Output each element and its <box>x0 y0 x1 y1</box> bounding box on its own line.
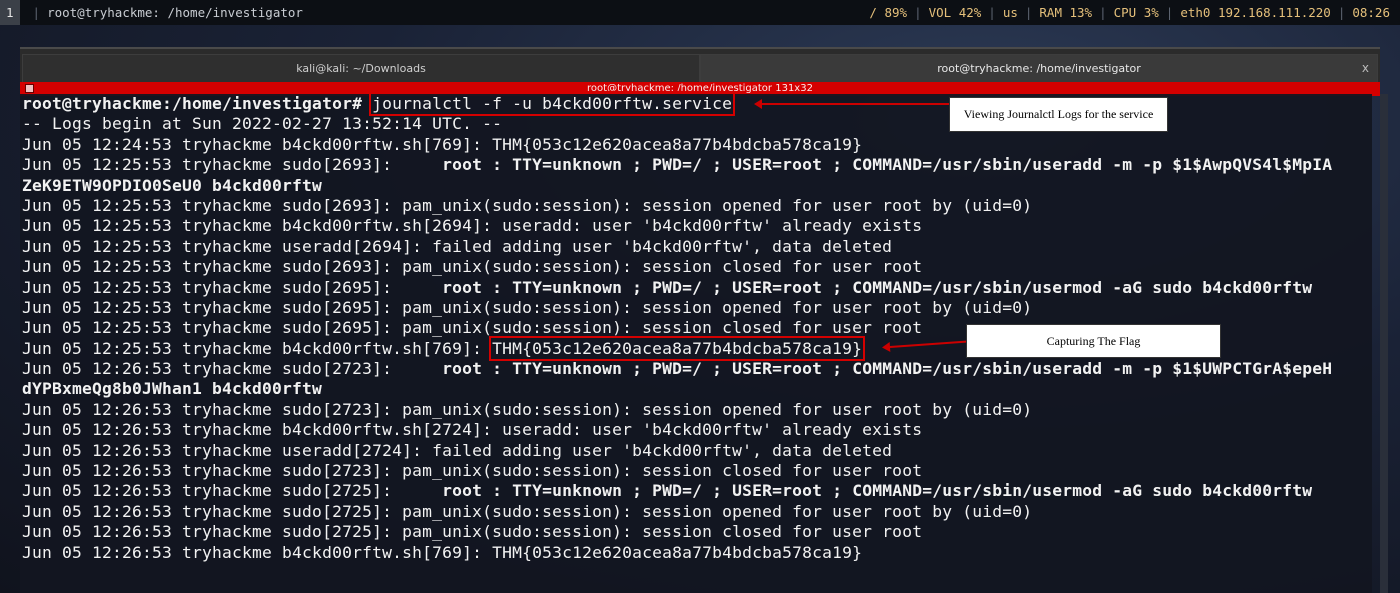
flag-text: THM{053c12e620acea8a77b4bdcba578ca19} <box>489 335 866 361</box>
log-line: dYPBxmeQg8b0JWhan1 b4ckd00rftw <box>22 379 323 399</box>
log-line: -- Logs begin at Sun 2022-02-27 13:52:14… <box>22 114 503 134</box>
log-line: Jun 05 12:26:53 tryhackme sudo[2725]: pa… <box>22 522 923 542</box>
log-line: Jun 05 12:24:53 tryhackme b4ckd00rftw.sh… <box>22 134 863 154</box>
log-line: Jun 05 12:26:53 tryhackme useradd[2724]:… <box>22 440 893 460</box>
prompt: root@tryhackme:/home/investigator# <box>22 94 373 113</box>
tab-downloads[interactable]: kali@kali: ~/Downloads <box>22 54 700 82</box>
log-line: Jun 05 12:25:53 tryhackme sudo[2695]: pa… <box>22 297 1033 317</box>
scrollbar[interactable] <box>1380 94 1388 593</box>
cpu-usage: CPU 3% <box>1113 5 1159 20</box>
keyboard-layout: us <box>1002 5 1018 20</box>
volume-level: VOL 42% <box>928 5 982 20</box>
disk-usage: / 89% <box>869 5 908 20</box>
ram-usage: RAM 13% <box>1039 5 1093 20</box>
log-line: Jun 05 12:25:53 tryhackme sudo[2693]: ro… <box>22 155 1333 175</box>
log-line: Jun 05 12:26:53 tryhackme sudo[2725]: ro… <box>22 481 1313 501</box>
network-status: eth0 192.168.111.220 <box>1180 5 1331 20</box>
log-line: Jun 05 12:26:53 tryhackme sudo[2723]: pa… <box>22 399 1033 419</box>
tab-label: root@tryhackme: /home/investigator <box>937 62 1141 75</box>
separator: | <box>32 5 41 20</box>
titlebar-text: root@tryhackme: /home/investigator 131x3… <box>587 83 813 94</box>
log-line: Jun 05 12:25:53 tryhackme useradd[2694]:… <box>22 236 893 256</box>
log-line: Jun 05 12:25:53 tryhackme b4ckd00rftw.sh… <box>22 216 923 236</box>
log-line: Jun 05 12:26:53 tryhackme b4ckd00rftw.sh… <box>22 542 863 562</box>
tab-label: kali@kali: ~/Downloads <box>296 62 426 75</box>
workspace-indicator[interactable]: 1 <box>0 0 20 25</box>
arrow-journal <box>754 99 950 109</box>
command-text: journalctl -f -u b4ckd00rftw.service <box>369 91 736 116</box>
log-line: Jun 05 12:26:53 tryhackme sudo[2725]: pa… <box>22 501 1033 521</box>
window-title: root@tryhackme: /home/investigator <box>47 5 303 20</box>
log-line: Jun 05 12:26:53 tryhackme sudo[2723]: pa… <box>22 461 923 481</box>
log-line: ZeK9ETW9OPDIO0SeU0 b4ckd00rftw <box>22 175 323 195</box>
close-icon[interactable]: x <box>1362 55 1369 82</box>
annotation-journal: Viewing Journalctl Logs for the service <box>949 97 1168 132</box>
log-line: Jun 05 12:26:53 tryhackme sudo[2723]: ro… <box>22 359 1333 379</box>
annotation-flag: Capturing The Flag <box>966 324 1221 358</box>
log-line: Jun 05 12:25:53 tryhackme sudo[2695]: ro… <box>22 277 1313 297</box>
terminal-window: kali@kali: ~/Downloads root@tryhackme: /… <box>20 47 1388 593</box>
window-menu-icon[interactable] <box>25 84 34 93</box>
status-bar: 1 | root@tryhackme: /home/investigator /… <box>0 0 1400 25</box>
log-line: Jun 05 12:25:53 tryhackme sudo[2693]: pa… <box>22 257 923 277</box>
tab-bar: kali@kali: ~/Downloads root@tryhackme: /… <box>20 47 1380 82</box>
command-line: root@tryhackme:/home/investigator# journ… <box>22 91 1372 116</box>
log-line: Jun 05 12:26:53 tryhackme b4ckd00rftw.sh… <box>22 420 923 440</box>
status-widgets: / 89% | VOL 42% | us | RAM 13% | CPU 3% … <box>869 5 1390 20</box>
tab-investigator[interactable]: root@tryhackme: /home/investigator x <box>700 54 1378 82</box>
clock: 08:26 <box>1352 5 1390 20</box>
log-line: Jun 05 12:25:53 tryhackme sudo[2693]: pa… <box>22 195 1033 215</box>
